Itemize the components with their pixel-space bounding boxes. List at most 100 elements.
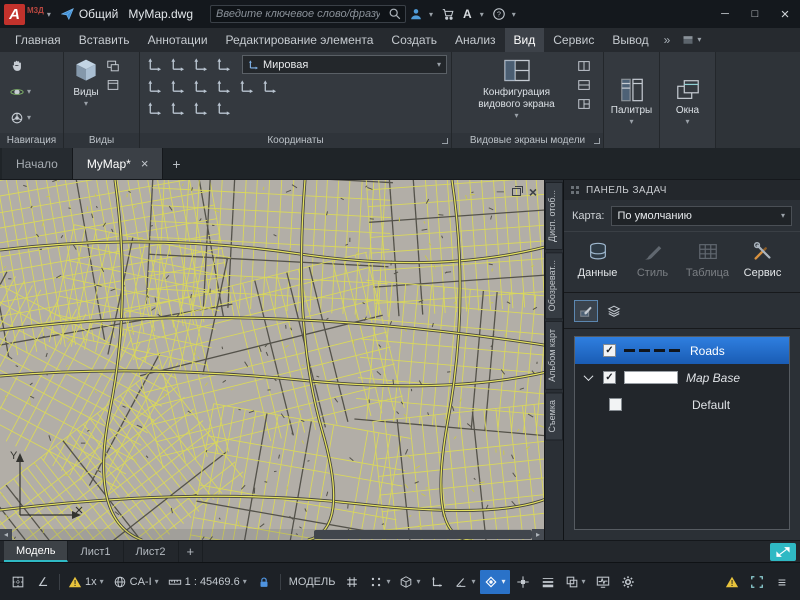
map-scale-button[interactable]: 1 : 45469.6 ▾	[164, 570, 251, 594]
annotation-monitor-button[interactable]	[591, 570, 615, 594]
chevron-down-icon[interactable]: ▾	[512, 10, 516, 19]
gear-icon[interactable]	[616, 570, 640, 594]
close-tab-icon[interactable]: ×	[141, 156, 149, 171]
ribbon-tab-home[interactable]: Главная	[6, 28, 70, 52]
viewport-configuration-button[interactable]: Конфигурация видового экрана ▾	[463, 55, 571, 122]
autodesk-apps-button[interactable]: A	[463, 7, 472, 21]
ucs-axis-icon[interactable]	[259, 77, 280, 96]
search-icon[interactable]	[385, 4, 405, 24]
drawing-restore-icon[interactable]	[512, 188, 521, 196]
ucs-axis-icon[interactable]	[213, 77, 234, 96]
panel-label-views[interactable]: Виды	[64, 133, 139, 148]
lineweight-button[interactable]	[536, 570, 560, 594]
scrollbar-thumb[interactable]	[314, 530, 532, 539]
ribbon-tab-output[interactable]: Вывод	[603, 28, 657, 52]
layout-tab-list1[interactable]: Лист1	[68, 541, 123, 562]
named-viewports-button[interactable]	[577, 59, 591, 73]
coordinate-system-combo[interactable]: Мировая ▾	[242, 55, 447, 74]
maximize-button[interactable]: □	[740, 0, 770, 28]
chevron-down-icon[interactable]: ▾	[47, 10, 51, 19]
viewport-frequency-button[interactable]: ! 1x ▾	[64, 570, 108, 594]
ribbon-overflow-button[interactable]: »	[658, 28, 677, 52]
ucs-axis-icon[interactable]	[167, 77, 188, 96]
ucs-axis-icon[interactable]	[167, 55, 188, 74]
view-manager-button[interactable]	[106, 59, 120, 73]
expand-chevron-icon[interactable]	[583, 371, 593, 381]
chevron-down-icon[interactable]: ▾	[480, 10, 484, 19]
help-icon[interactable]: ?	[489, 4, 509, 24]
minimize-button[interactable]: ─	[710, 0, 740, 28]
dialog-launcher-icon[interactable]	[442, 138, 448, 144]
angle-snap-icon[interactable]: ∠	[31, 570, 55, 594]
side-tab-survey[interactable]: Съемка	[545, 392, 563, 440]
new-drawing-tab-button[interactable]: +	[163, 148, 189, 179]
restore-viewport-button[interactable]	[577, 97, 591, 111]
windows-button[interactable]: Окна ▾	[671, 75, 705, 128]
panel-label-coordinates[interactable]: Координаты	[140, 133, 451, 148]
share-button[interactable]: Общий	[61, 7, 119, 21]
grid-display-button[interactable]	[340, 570, 364, 594]
task-pane-header[interactable]: ПАНЕЛЬ ЗАДАЧ	[564, 180, 800, 200]
autocad-logo-icon[interactable]: A	[4, 4, 25, 25]
ucs-axis-icon[interactable]	[144, 55, 165, 74]
ucs-axis-icon[interactable]	[144, 77, 165, 96]
search-box[interactable]	[210, 5, 406, 23]
layout-tab-list2[interactable]: Лист2	[124, 541, 179, 562]
layer-groups-tab[interactable]	[602, 300, 626, 322]
drawing-minimize-icon[interactable]: ─	[497, 187, 504, 198]
ribbon-tab-create[interactable]: Создать	[382, 28, 446, 52]
object-snap-tracking-button[interactable]	[511, 570, 535, 594]
clean-screen-button[interactable]	[745, 570, 769, 594]
named-views-button[interactable]	[106, 78, 120, 92]
ucs-axis-icon[interactable]	[190, 55, 211, 74]
layer-row-default[interactable]: Default	[575, 391, 789, 418]
ucs-axis-icon[interactable]	[236, 77, 257, 96]
style-button[interactable]: Стиль	[625, 234, 680, 286]
ribbon-tab-analyze[interactable]: Анализ	[446, 28, 505, 52]
scroll-left-icon[interactable]: ◂	[0, 529, 12, 540]
ortho-button[interactable]	[425, 570, 449, 594]
isodraft-button[interactable]: ▾	[395, 570, 424, 594]
ucs-axis-icon[interactable]	[144, 99, 165, 118]
drafting-grid-icon[interactable]	[6, 570, 30, 594]
layer-row-roads[interactable]: ✓ Roads	[575, 337, 789, 364]
layer-checkbox-checked[interactable]: ✓	[603, 344, 616, 357]
panel-label-navigation[interactable]: Навигация	[0, 133, 63, 148]
lock-ui-button[interactable]	[252, 570, 276, 594]
ucs-axis-icon[interactable]	[190, 77, 211, 96]
scroll-right-icon[interactable]: ▸	[532, 529, 544, 540]
map-select[interactable]: По умолчанию ▾	[611, 206, 793, 226]
selection-cycling-button[interactable]: ▾	[561, 570, 590, 594]
ribbon-tab-annotate[interactable]: Аннотации	[139, 28, 217, 52]
close-button[interactable]: ×	[770, 0, 800, 28]
model-space-button[interactable]: МОДЕЛЬ	[285, 570, 340, 594]
drawing-close-icon[interactable]: ×	[529, 185, 537, 199]
object-snap-button[interactable]: ▾	[480, 570, 509, 594]
steering-wheel-button[interactable]: ▾	[10, 107, 31, 129]
search-input[interactable]	[211, 8, 385, 20]
app-store-cart-icon[interactable]	[438, 4, 458, 24]
file-tab-start[interactable]: Начало	[2, 148, 73, 179]
ribbon-tab-feature-edit[interactable]: Редактирование элемента	[217, 28, 383, 52]
panel-label-model-viewports[interactable]: Видовые экраны модели	[452, 133, 603, 148]
status-menu-button[interactable]: ≡	[770, 570, 794, 594]
table-button[interactable]: Таблица	[680, 234, 735, 286]
layout-tab-model[interactable]: Модель	[4, 541, 68, 562]
viewport-maximize-button[interactable]	[770, 543, 796, 561]
draw-order-tab[interactable]	[574, 300, 598, 322]
dialog-launcher-icon[interactable]	[594, 138, 600, 144]
layer-checkbox-checked[interactable]: ✓	[603, 371, 616, 384]
layer-row-map-base[interactable]: ✓ Map Base	[575, 364, 789, 391]
polar-tracking-button[interactable]: ▾	[450, 570, 479, 594]
graphics-warning-button[interactable]: !	[720, 570, 744, 594]
ucs-axis-icon[interactable]	[213, 99, 234, 118]
chevron-down-icon[interactable]: ▾	[429, 10, 433, 19]
pan-button[interactable]	[10, 55, 24, 77]
ribbon-tab-insert[interactable]: Вставить	[70, 28, 139, 52]
side-tab-map-book[interactable]: Альбом карт	[545, 321, 563, 390]
layer-checkbox-unchecked[interactable]	[609, 398, 622, 411]
side-tab-map-explorer[interactable]: Обозреват...	[545, 252, 563, 319]
join-viewports-button[interactable]	[577, 78, 591, 92]
data-button[interactable]: Данные	[570, 234, 625, 286]
ribbon-display-options-button[interactable]: ▾	[676, 28, 707, 52]
